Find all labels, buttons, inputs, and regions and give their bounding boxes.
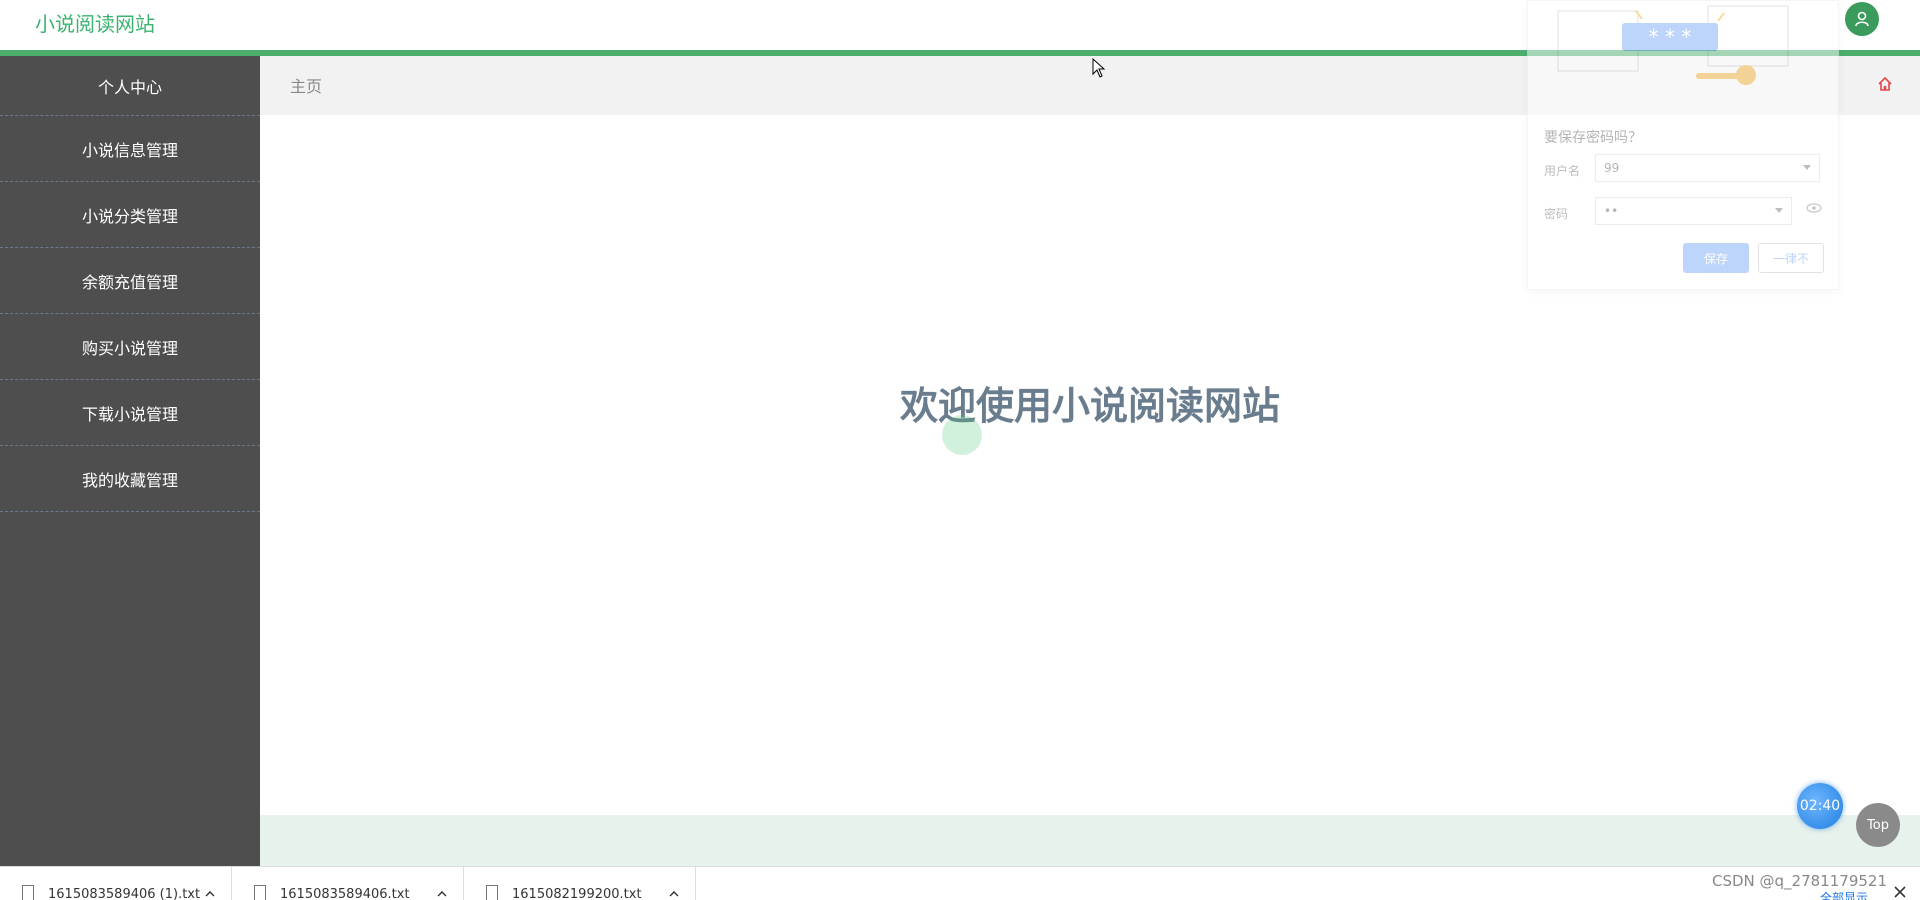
footer-band <box>260 815 1920 866</box>
sidebar-item-label: 余额充值管理 <box>81 272 178 292</box>
close-icon[interactable] <box>1893 885 1907 899</box>
back-to-top-button[interactable]: Top <box>1856 803 1900 847</box>
download-item[interactable]: 1615083589406.txt <box>232 867 464 900</box>
sidebar-item-novel-info[interactable]: 小说信息管理 <box>0 116 260 182</box>
save-password-popup: * * * 要保存密码吗？ 用户名 99 密码 •• 保存 一律不 <box>1527 0 1839 290</box>
username-field[interactable]: 99 <box>1595 154 1820 182</box>
sidebar-item-personal-center[interactable]: 个人中心 <box>0 56 260 116</box>
sidebar-item-label: 购买小说管理 <box>81 338 178 358</box>
sidebar-item-balance-recharge[interactable]: 余额充值管理 <box>0 248 260 314</box>
chevron-up-icon[interactable] <box>205 889 215 899</box>
download-file-name: 1615083589406 (1).txt <box>48 887 201 900</box>
sidebar-item-label: 小说分类管理 <box>81 206 178 226</box>
home-icon[interactable] <box>1875 74 1895 94</box>
chevron-up-icon[interactable] <box>669 889 679 899</box>
user-icon <box>1855 11 1869 27</box>
sidebar: 个人中心 小说信息管理 小说分类管理 余额充值管理 购买小说管理 下载小说管理 … <box>0 56 260 866</box>
user-avatar-button[interactable] <box>1845 2 1879 36</box>
site-title[interactable]: 小说阅读网站 <box>35 8 155 37</box>
download-file-name: 1615082199200.txt <box>512 887 642 900</box>
sidebar-item-label: 下载小说管理 <box>81 404 178 424</box>
download-item[interactable]: 1615083589406 (1).txt <box>0 867 232 900</box>
file-icon <box>486 885 498 900</box>
sidebar-item-download-novel[interactable]: 下载小说管理 <box>0 380 260 446</box>
sidebar-item-label: 小说信息管理 <box>81 140 178 160</box>
username-label: 用户名 <box>1544 164 1581 178</box>
click-ripple <box>942 415 982 455</box>
password-field[interactable]: •• <box>1595 197 1792 225</box>
never-save-button[interactable]: 一律不 <box>1758 243 1824 273</box>
sidebar-item-label: 我的收藏管理 <box>81 470 178 490</box>
timer-button[interactable]: 02:40 <box>1797 783 1843 829</box>
welcome-heading: 欢迎使用小说阅读网站 <box>899 384 1280 428</box>
chevron-down-icon[interactable] <box>1803 165 1811 170</box>
csdn-watermark: CSDN @q_2781179521 <box>1712 872 1887 890</box>
username-value: 99 <box>1604 161 1620 175</box>
download-bar: 1615083589406 (1).txt 1615083589406.txt … <box>0 866 1920 900</box>
sidebar-item-my-favorites[interactable]: 我的收藏管理 <box>0 446 260 512</box>
eye-icon[interactable] <box>1806 203 1822 213</box>
save-password-question: 要保存密码吗？ <box>1544 130 1642 146</box>
mouse-cursor-icon <box>1092 58 1106 78</box>
file-icon <box>254 885 266 900</box>
chevron-up-icon[interactable] <box>437 889 447 899</box>
password-value: •• <box>1604 204 1619 218</box>
chevron-down-icon[interactable] <box>1775 208 1783 213</box>
svg-text:* * *: * * * <box>1649 25 1692 49</box>
password-illustration-icon: * * * <box>1557 5 1789 85</box>
breadcrumb-home-link[interactable]: 主页 <box>290 73 322 97</box>
sidebar-item-label: 个人中心 <box>97 77 162 97</box>
show-all-downloads-link[interactable]: 全部显示 <box>1820 889 1868 900</box>
save-password-button[interactable]: 保存 <box>1683 243 1749 273</box>
sidebar-item-purchase-novel[interactable]: 购买小说管理 <box>0 314 260 380</box>
file-icon <box>22 885 34 900</box>
download-item[interactable]: 1615082199200.txt <box>464 867 696 900</box>
password-label: 密码 <box>1544 207 1569 221</box>
sidebar-item-novel-category[interactable]: 小说分类管理 <box>0 182 260 248</box>
download-file-name: 1615083589406.txt <box>280 887 410 900</box>
